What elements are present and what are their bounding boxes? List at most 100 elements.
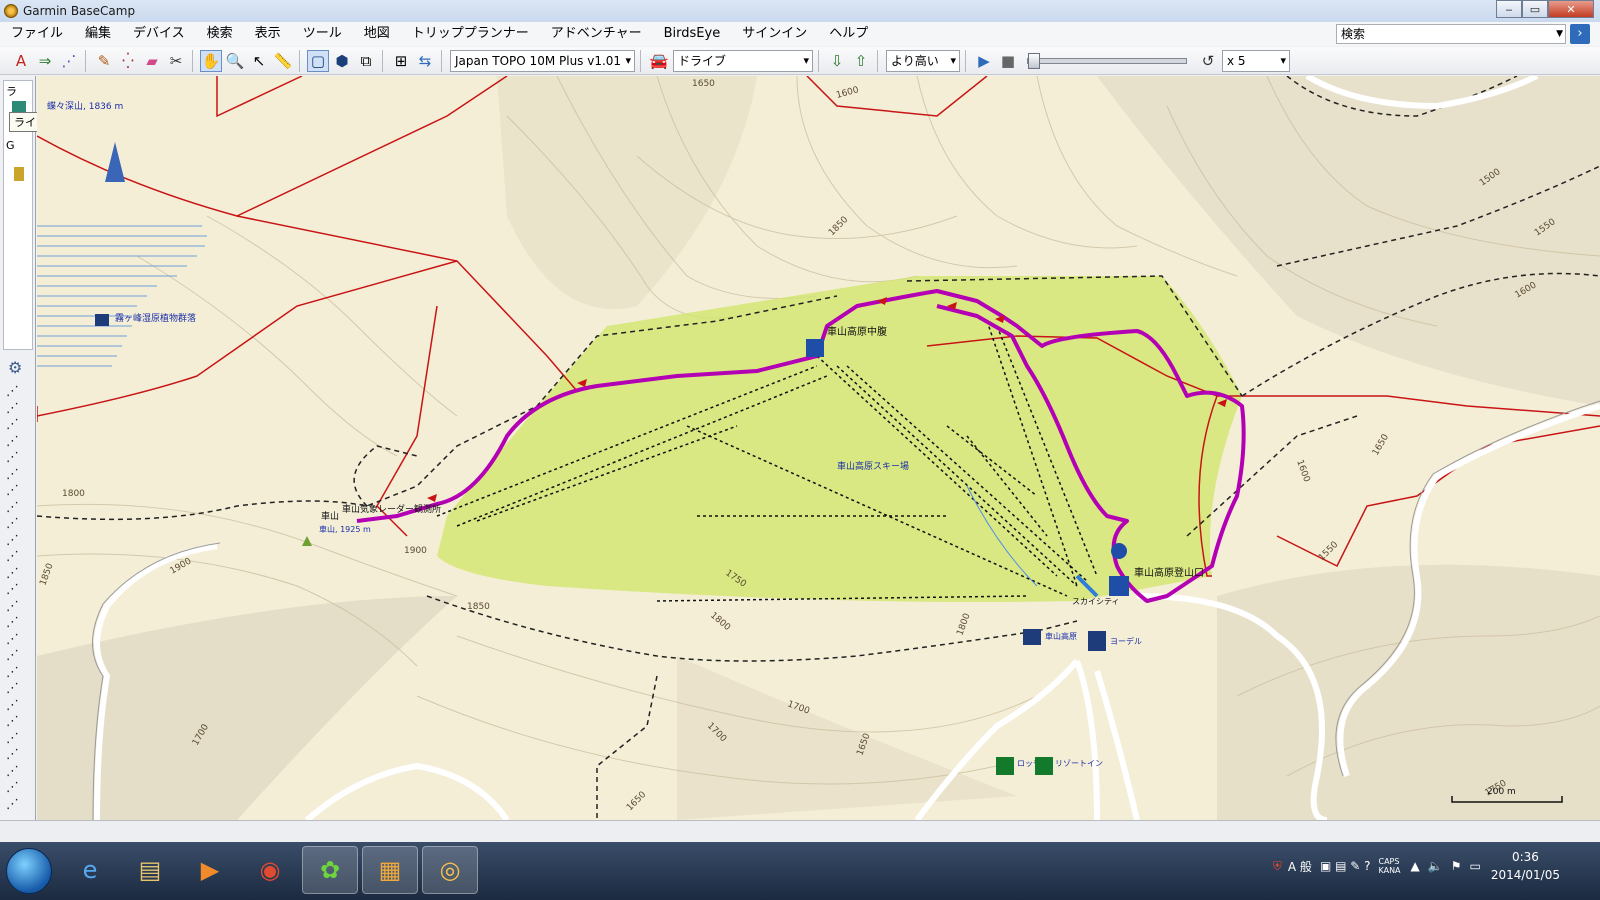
menu-map[interactable]: 地図: [353, 22, 401, 46]
search-go-button[interactable]: ›: [1570, 24, 1590, 44]
app-photo-icon[interactable]: ▦: [362, 846, 418, 894]
menu-edit[interactable]: 編集: [74, 22, 122, 46]
menu-device[interactable]: デバイス: [122, 22, 196, 46]
track-item-icon[interactable]: ⋰: [6, 401, 28, 416]
route-mode-select[interactable]: ドライブ: [673, 49, 813, 72]
send-to-device-icon[interactable]: ⇧: [850, 50, 872, 72]
app-green-icon[interactable]: ✿: [302, 846, 358, 894]
track-item-icon[interactable]: ⋰: [6, 665, 28, 680]
label-peak-top: 蝶々深山, 1836 m: [47, 100, 123, 112]
track-item-icon[interactable]: ⋰: [6, 533, 28, 548]
track-item-icon[interactable]: ⋰: [6, 599, 28, 614]
hiker-icon[interactable]: [1111, 543, 1127, 559]
track-item-icon[interactable]: ⋰: [6, 632, 28, 647]
menu-view[interactable]: 表示: [244, 22, 292, 46]
minimize-button[interactable]: ‒: [1496, 0, 1522, 18]
toolbar: A ⇒ ⋰ ✎ ⁛ ▰ ✂ ✋ 🔍 ↖ 📏 ▢ ⬢ ⧉ ⊞ ⇆ Japan TO…: [0, 47, 1600, 75]
car-icon: 🚘: [649, 51, 669, 70]
menu-help[interactable]: ヘルプ: [818, 22, 879, 46]
ie-icon[interactable]: e: [62, 846, 118, 894]
track-item-icon[interactable]: ⋰: [6, 648, 28, 663]
menu-tools[interactable]: ツール: [292, 22, 353, 46]
new-waypoint-icon[interactable]: A: [10, 50, 32, 72]
hand-pan-icon[interactable]: ✋: [200, 49, 222, 72]
menu-trip-planner[interactable]: トリッププランナー: [401, 22, 540, 46]
map-product-select[interactable]: Japan TOPO 10M Plus v1.01: [450, 49, 635, 72]
flag-icon[interactable]: ⚑: [1451, 859, 1462, 873]
sync-icon[interactable]: ⇆: [414, 50, 436, 72]
loop-icon[interactable]: ↺: [1197, 50, 1219, 72]
volume-icon[interactable]: 🔈: [1428, 859, 1443, 873]
track-item-icon[interactable]: ⋰: [6, 450, 28, 465]
zoom-icon[interactable]: 🔍: [224, 50, 246, 72]
track-item-icon[interactable]: ⋰: [6, 417, 28, 432]
shield-icon[interactable]: ⛨: [1273, 859, 1282, 874]
explorer-icon[interactable]: ▤: [122, 846, 178, 894]
scale-label: 200 m: [1487, 787, 1516, 797]
trailhead-icon[interactable]: [1109, 576, 1129, 596]
map-view[interactable]: 蝶々深山, 1836 m 霧ヶ峰湿原植物群落 車山高原中腹 車山高原スキー場 車…: [37, 76, 1600, 820]
search-dropdown-icon[interactable]: ▼: [1556, 25, 1563, 43]
track-item-icon[interactable]: ⋰: [6, 764, 28, 779]
select-area-icon[interactable]: ⁛: [117, 50, 139, 72]
map-layers-icon[interactable]: ⧉: [355, 50, 377, 72]
track-item-icon[interactable]: ⋰: [6, 384, 28, 399]
menu-find[interactable]: 検索: [196, 22, 244, 46]
track-item-icon[interactable]: ⋰: [6, 549, 28, 564]
gear-icon[interactable]: ⚙: [8, 358, 22, 377]
track-item-icon[interactable]: ⋰: [6, 615, 28, 630]
track-item-icon[interactable]: ⋰: [6, 467, 28, 482]
track-item-icon[interactable]: ⋰: [6, 566, 28, 581]
new-route-icon[interactable]: ⇒: [34, 50, 56, 72]
restroom-icon[interactable]: [806, 339, 824, 357]
track-item-icon[interactable]: ⋰: [6, 516, 28, 531]
scissors-icon[interactable]: ✂: [165, 50, 187, 72]
menu-adventure[interactable]: アドベンチャー: [540, 22, 653, 46]
contour-label: 1600: [835, 85, 860, 101]
playback-slider-thumb[interactable]: [1028, 52, 1040, 69]
track-item-icon[interactable]: ⋰: [6, 780, 28, 795]
tray-arrow-icon[interactable]: ▲: [1411, 859, 1420, 873]
measure-ruler-icon[interactable]: 📏: [272, 50, 294, 72]
track-item-icon[interactable]: ⋰: [6, 797, 28, 812]
track-item-icon[interactable]: ⋰: [6, 434, 28, 449]
detail-level-select[interactable]: より高い: [886, 49, 960, 72]
fit-map-icon[interactable]: ⊞: [390, 50, 412, 72]
new-track-icon[interactable]: ⋰: [58, 50, 80, 72]
tree-item-library[interactable]: ラ: [6, 83, 17, 99]
start-button[interactable]: [6, 848, 52, 894]
windows-taskbar: e ▤ ▶ ◉ ✿ ▦ ◎ ⛨ A 般 ▣ ▤ ✎ ? CAPS KANA ▲ 🔈…: [0, 842, 1600, 900]
track-item-icon[interactable]: ⋰: [6, 747, 28, 762]
menu-sign-in[interactable]: サインイン: [731, 22, 818, 46]
ime-indicator[interactable]: A 般: [1288, 858, 1312, 875]
eraser-icon[interactable]: ▰: [141, 50, 163, 72]
maximize-button[interactable]: ▭: [1522, 0, 1548, 18]
network-icon[interactable]: ▭: [1469, 859, 1480, 873]
track-item-icon[interactable]: ⋰: [6, 698, 28, 713]
track-item-icon[interactable]: ⋰: [6, 714, 28, 729]
track-item-icon[interactable]: ⋰: [6, 582, 28, 597]
chrome-icon[interactable]: ◉: [242, 846, 298, 894]
tray-apps-icon[interactable]: ▣ ▤ ✎ ?: [1320, 859, 1371, 873]
playback-slider[interactable]: [1027, 52, 1187, 69]
track-item-icon[interactable]: ⋰: [6, 731, 28, 746]
menu-birdseye[interactable]: BirdsEye: [653, 22, 732, 46]
select-arrow-icon[interactable]: ↖: [248, 50, 270, 72]
play-icon[interactable]: ▶: [973, 50, 995, 72]
media-player-icon[interactable]: ▶: [182, 846, 238, 894]
stop-icon[interactable]: ■: [997, 50, 1019, 72]
tree-item-garmin[interactable]: G: [6, 139, 15, 152]
track-item-icon[interactable]: ⋰: [6, 500, 28, 515]
search-input[interactable]: 検索 ▼: [1336, 24, 1566, 44]
2d-map-icon[interactable]: ▢: [307, 49, 329, 72]
close-button[interactable]: ✕: [1548, 0, 1594, 18]
edit-pencil-icon[interactable]: ✎: [93, 50, 115, 72]
receive-from-device-icon[interactable]: ⇩: [826, 50, 848, 72]
3d-view-icon[interactable]: ⬢: [331, 50, 353, 72]
playback-speed-select[interactable]: x 5: [1222, 49, 1290, 72]
menu-file[interactable]: ファイル: [0, 22, 74, 46]
track-item-icon[interactable]: ⋰: [6, 483, 28, 498]
basecamp-taskbar-icon[interactable]: ◎: [422, 846, 478, 894]
system-clock[interactable]: 0:36 2014/01/05: [1491, 848, 1560, 884]
track-item-icon[interactable]: ⋰: [6, 681, 28, 696]
